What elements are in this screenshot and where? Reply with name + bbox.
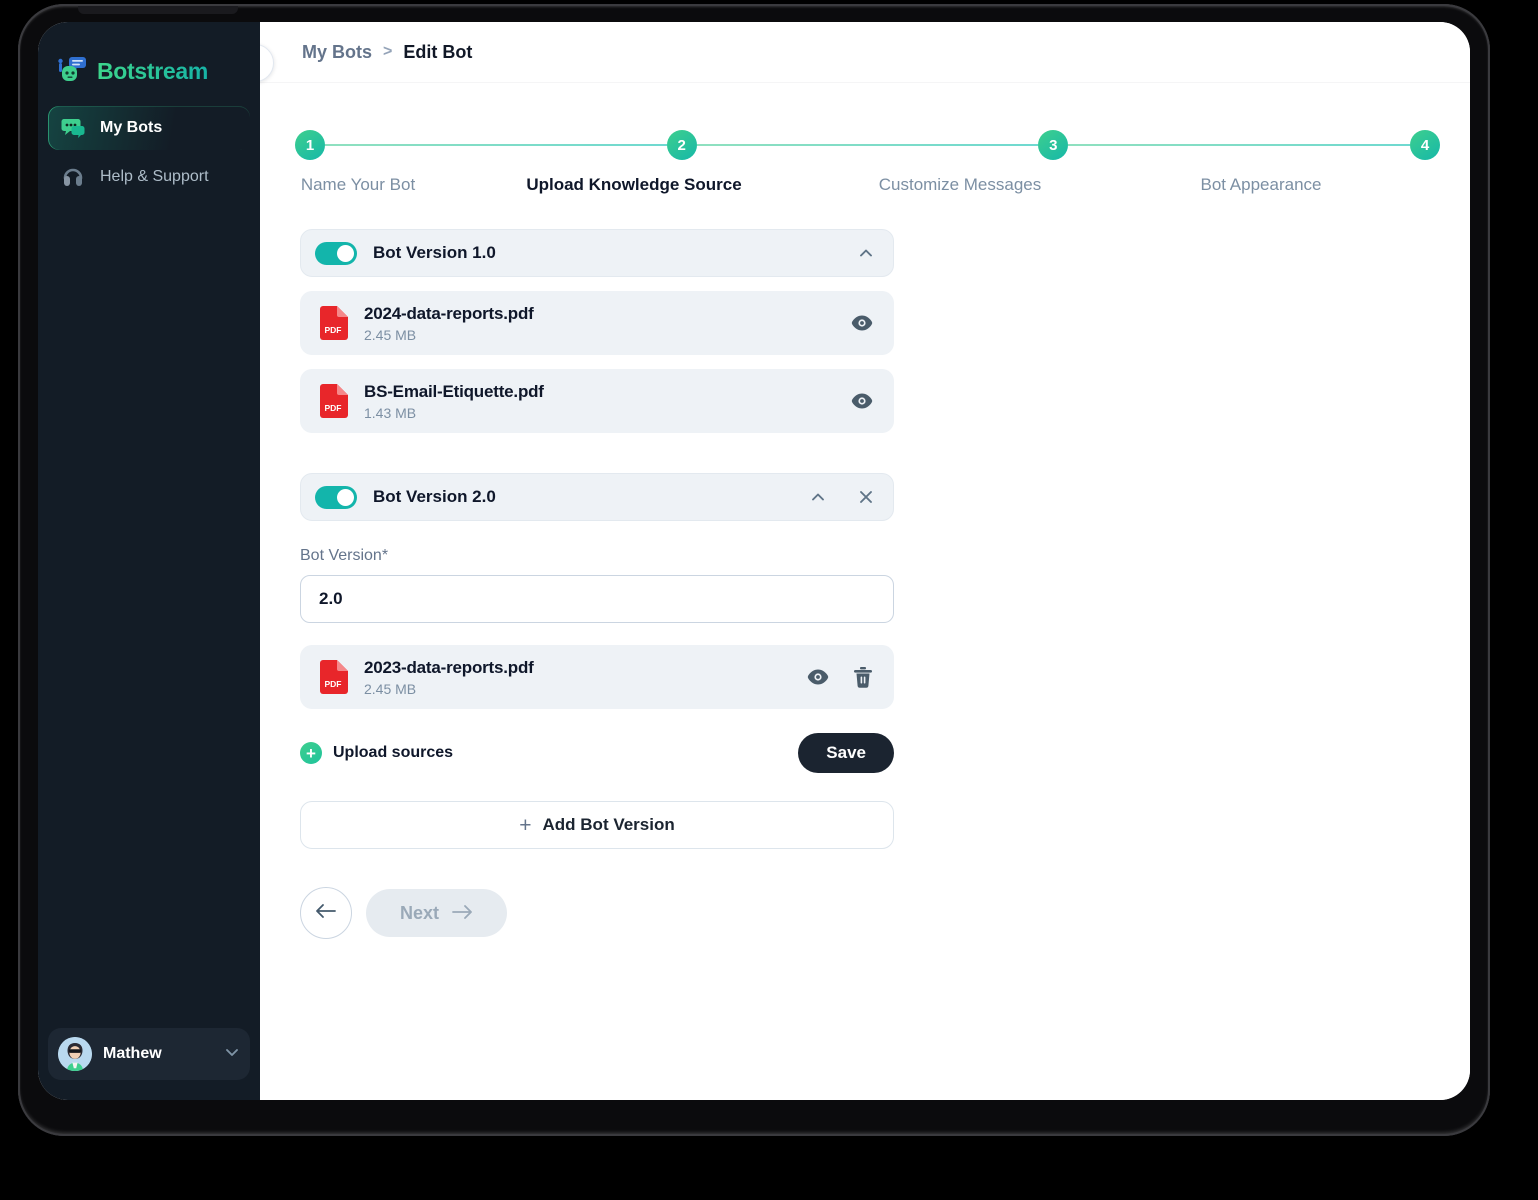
- file-meta: 2023-data-reports.pdf 2.45 MB: [364, 658, 790, 697]
- save-button[interactable]: Save: [798, 733, 894, 773]
- version-title-2: Bot Version 2.0: [373, 487, 496, 506]
- version-title-1: Bot Version 1.0: [373, 243, 496, 262]
- stepper-labels: Name Your Bot Upload Knowledge Source Cu…: [295, 175, 1440, 195]
- step-label-2: Upload Knowledge Source: [526, 175, 742, 194]
- svg-text:PDF: PDF: [325, 325, 342, 335]
- file-row[interactable]: PDF 2024-data-reports.pdf 2.45 MB: [300, 291, 894, 355]
- file-name: 2024-data-reports.pdf: [364, 303, 534, 323]
- step-connector-1-2: [325, 144, 667, 146]
- svg-text:PDF: PDF: [325, 679, 342, 689]
- user-avatar: [58, 1037, 92, 1071]
- step-node-2[interactable]: 2: [666, 130, 697, 160]
- tablet-device-frame: Botstream My Bots Help & Support Mathew …: [18, 4, 1490, 1136]
- plus-icon: +: [519, 813, 532, 837]
- close-icon[interactable]: [857, 488, 875, 506]
- chevron-up-icon[interactable]: [857, 244, 875, 262]
- breadcrumb-current: Edit Bot: [403, 41, 473, 62]
- brand-logo: Botstream: [38, 22, 260, 94]
- step-node-1[interactable]: 1: [295, 130, 325, 160]
- breadcrumb: My Bots > Edit Bot: [302, 42, 472, 63]
- user-name: Mathew: [103, 1045, 162, 1062]
- breadcrumb-separator: >: [383, 43, 393, 60]
- pdf-file-icon: PDF: [320, 306, 348, 340]
- step-node-3[interactable]: 3: [1038, 130, 1069, 160]
- chat-bubbles-icon: [60, 115, 86, 141]
- device-screen: Botstream My Bots Help & Support Mathew …: [38, 22, 1470, 1100]
- sidebar: Botstream My Bots Help & Support Mathew: [38, 22, 260, 1100]
- step-label-3: Customize Messages: [878, 175, 1042, 194]
- next-step-label: Next: [400, 902, 440, 923]
- device-speaker-notch: [78, 6, 238, 14]
- step-connector-2-3: [696, 144, 1039, 146]
- file-row[interactable]: PDF BS-Email-Etiquette.pdf 1.43 MB: [300, 369, 894, 433]
- chevron-down-icon[interactable]: [224, 1044, 240, 1065]
- chevron-up-icon[interactable]: [809, 488, 827, 506]
- arrow-right-icon: [451, 903, 473, 924]
- version-action-row: + Upload sources Save: [300, 733, 894, 773]
- knowledge-source-panel: Bot Version 1.0 PDF 2024-data-reports.pd…: [260, 195, 894, 939]
- file-size: 1.43 MB: [364, 404, 417, 421]
- file-row[interactable]: PDF 2023-data-reports.pdf 2.45 MB: [300, 645, 894, 709]
- sidebar-nav: My Bots Help & Support: [38, 94, 260, 199]
- step-node-4[interactable]: 4: [1410, 130, 1441, 160]
- bot-chat-logo-icon: [58, 55, 88, 88]
- wizard-footer-nav: Next: [300, 887, 894, 939]
- chevron-left-icon: [260, 53, 263, 73]
- headset-icon: [60, 164, 86, 190]
- sidebar-item-my-bots[interactable]: My Bots: [48, 106, 250, 150]
- stepper-track: 1 2 3 4: [295, 130, 1441, 160]
- eye-icon[interactable]: [806, 668, 830, 686]
- previous-step-button[interactable]: [300, 887, 352, 939]
- eye-icon[interactable]: [850, 392, 874, 410]
- bot-version-field-label: Bot Version*: [300, 547, 389, 564]
- user-profile-card[interactable]: Mathew: [48, 1028, 250, 1080]
- plus-circle-icon: +: [300, 742, 322, 764]
- file-name: 2023-data-reports.pdf: [364, 657, 534, 677]
- topbar: My Bots > Edit Bot: [260, 22, 1470, 82]
- brand-name: Botstream: [97, 58, 209, 84]
- file-meta: 2024-data-reports.pdf 2.45 MB: [364, 304, 834, 343]
- upload-sources-button[interactable]: + Upload sources: [300, 742, 453, 764]
- version-card-header-1[interactable]: Bot Version 1.0: [300, 229, 894, 277]
- arrow-left-icon: [315, 903, 337, 924]
- bot-version-input[interactable]: [300, 575, 894, 623]
- pdf-file-icon: PDF: [320, 660, 348, 694]
- upload-sources-label: Upload sources: [333, 744, 454, 761]
- sidebar-item-label-my-bots: My Bots: [100, 119, 163, 136]
- sidebar-item-label-help-support: Help & Support: [100, 168, 209, 185]
- add-bot-version-button[interactable]: + Add Bot Version: [300, 801, 894, 849]
- step-label-1: Name Your Bot: [300, 175, 416, 194]
- pdf-file-icon: PDF: [320, 384, 348, 418]
- file-actions: [850, 392, 874, 410]
- step-label-4: Bot Appearance: [1200, 175, 1322, 194]
- step-connector-3-4: [1068, 144, 1411, 146]
- wizard-stepper: 1 2 3 4 Name Your Bot Upload Knowledge S…: [260, 130, 1470, 195]
- version-toggle-1[interactable]: [315, 241, 357, 265]
- version-toggle-2[interactable]: [315, 485, 357, 509]
- main-content: My Bots > Edit Bot 1 2 3 4 Name Your Bot…: [260, 22, 1470, 1100]
- eye-icon[interactable]: [850, 314, 874, 332]
- sidebar-item-help-support[interactable]: Help & Support: [48, 155, 250, 199]
- file-size: 2.45 MB: [364, 326, 417, 343]
- add-bot-version-label: Add Bot Version: [542, 815, 675, 834]
- file-name: BS-Email-Etiquette.pdf: [364, 381, 544, 401]
- svg-text:PDF: PDF: [325, 403, 342, 413]
- file-meta: BS-Email-Etiquette.pdf 1.43 MB: [364, 382, 834, 421]
- file-size: 2.45 MB: [364, 680, 417, 697]
- file-actions: [806, 666, 874, 689]
- trash-icon[interactable]: [852, 666, 874, 689]
- file-actions: [850, 314, 874, 332]
- version-card-header-2[interactable]: Bot Version 2.0: [300, 473, 894, 521]
- next-step-button[interactable]: Next: [366, 889, 508, 937]
- breadcrumb-parent[interactable]: My Bots: [302, 42, 372, 63]
